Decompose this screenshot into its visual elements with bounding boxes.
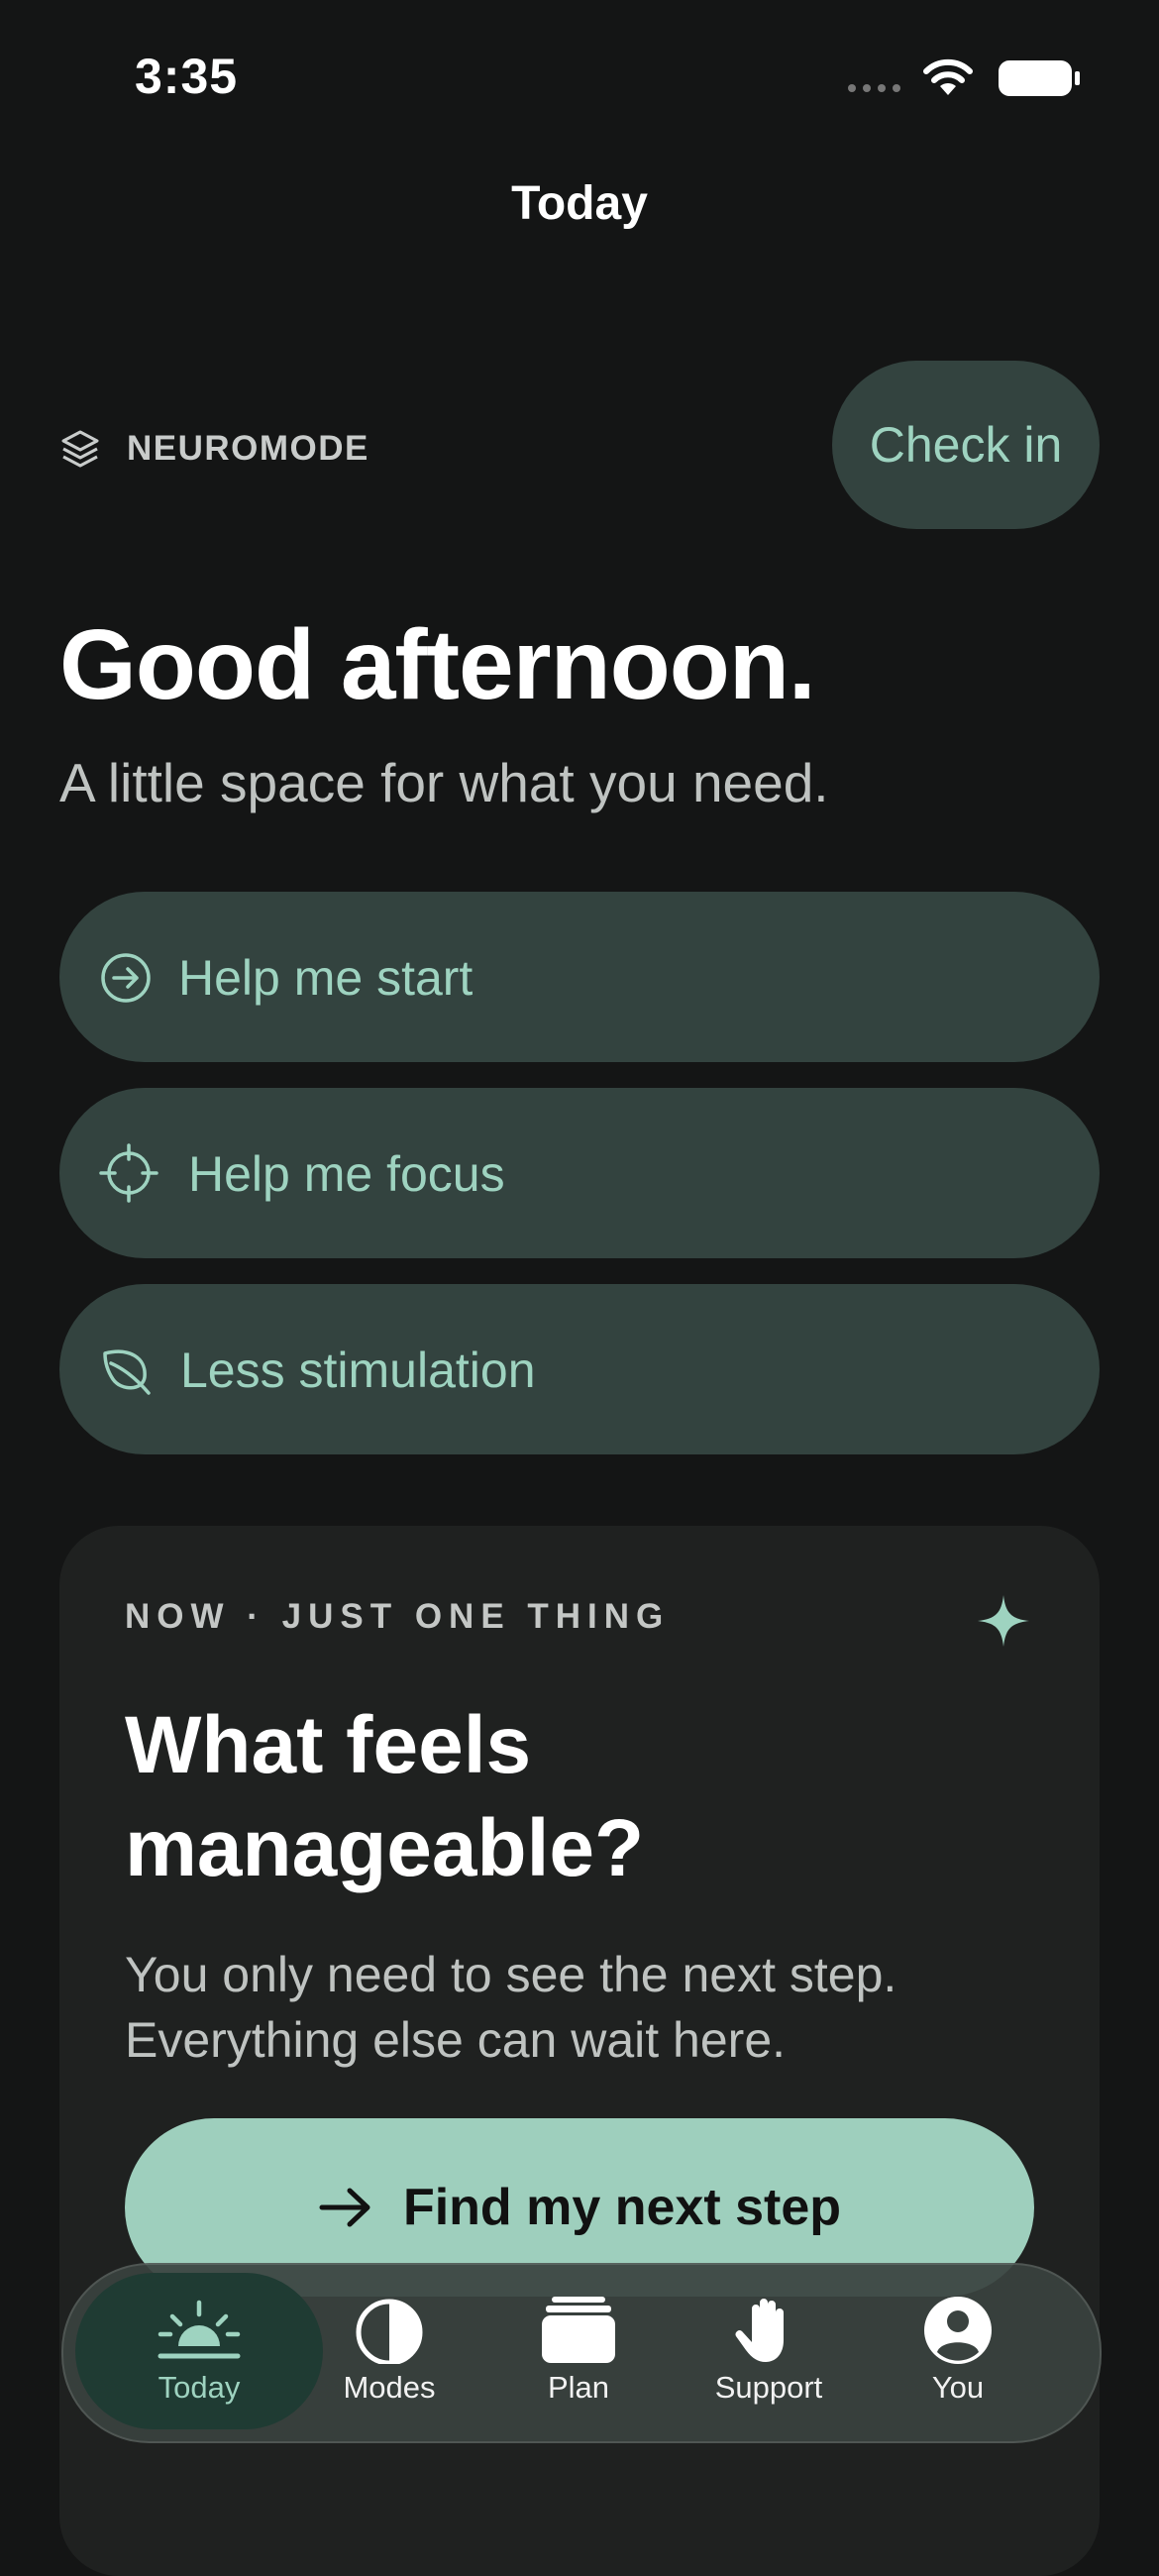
page-title: Today <box>511 177 648 230</box>
tab-support[interactable]: Support <box>675 2295 863 2423</box>
battery-icon <box>999 60 1080 96</box>
sparkle-icon <box>978 1595 1029 1647</box>
help-me-start-button[interactable]: Help me start <box>59 892 1100 1062</box>
card-title: What feels manageable? <box>125 1700 645 1893</box>
crosshair-icon <box>99 1143 158 1203</box>
less-stimulation-button[interactable]: Less stimulation <box>59 1284 1100 1454</box>
sunrise-icon <box>158 2300 241 2359</box>
wifi-icon <box>923 58 973 95</box>
tab-modes-label: Modes <box>343 2370 436 2405</box>
leaf-icon <box>103 1349 151 1395</box>
stack-icon <box>542 2297 615 2363</box>
status-time: 3:35 <box>135 49 239 104</box>
brand-row: NEUROMODE <box>59 424 369 474</box>
tab-plan-label: Plan <box>547 2370 610 2405</box>
cellular-signal-icon <box>848 84 900 92</box>
tab-modes[interactable]: Modes <box>295 2295 483 2423</box>
brand-label: NEUROMODE <box>127 429 369 468</box>
arrow-circle-icon <box>101 953 151 1003</box>
greeting-title: Good afternoon. <box>59 609 816 720</box>
card-body: You only need to see the next step. Ever… <box>125 1947 897 2068</box>
tab-you[interactable]: You <box>864 2295 1052 2423</box>
tab-you-label: You <box>931 2370 985 2405</box>
arrow-right-icon <box>319 2188 370 2227</box>
find-next-step-label: Find my next step <box>402 2179 842 2236</box>
hand-icon <box>735 2299 784 2362</box>
help-me-focus-button[interactable]: Help me focus <box>59 1088 1100 1258</box>
greeting-subtitle: A little space for what you need. <box>59 752 829 813</box>
tab-today[interactable]: Today <box>105 2295 293 2423</box>
help-me-start-label: Help me start <box>178 950 474 1006</box>
layers-icon <box>61 430 99 468</box>
tab-support-label: Support <box>714 2370 823 2405</box>
card-eyebrow: NOW · JUST ONE THING <box>125 1597 671 1636</box>
tab-today-label: Today <box>158 2370 241 2405</box>
less-stimulation-label: Less stimulation <box>180 1342 536 1398</box>
check-in-button[interactable]: Check in <box>832 361 1100 529</box>
help-me-focus-label: Help me focus <box>188 1146 505 1202</box>
person-icon <box>924 2297 992 2364</box>
tab-plan[interactable]: Plan <box>484 2295 673 2423</box>
half-circle-icon <box>356 2299 423 2364</box>
